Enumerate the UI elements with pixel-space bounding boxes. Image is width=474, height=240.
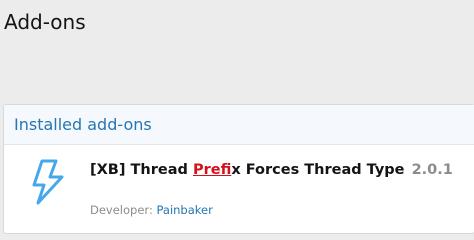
addon-version: 2.0.1 [411, 162, 453, 178]
page-title: Add-ons [4, 10, 86, 34]
installed-addons-block: Installed add-ons [XB] Thread Prefix For… [3, 104, 474, 234]
addon-title-highlight: Pref [192, 162, 232, 178]
addon-developer: Developer: Painbaker [90, 202, 213, 218]
addon-row[interactable]: [XB] Thread Prefix Forces Thread Type 2.… [4, 145, 474, 233]
addon-title-after: ix Forces Thread Type [231, 162, 405, 178]
installed-addons-header: Installed add-ons [4, 105, 474, 145]
developer-link[interactable]: Painbaker [156, 203, 212, 217]
addon-title[interactable]: [XB] Thread Prefix Forces Thread Type 2.… [90, 160, 453, 180]
page: Add-ons Installed add-ons [XB] Thread Pr… [0, 0, 474, 234]
addon-title-before: [XB] Thread [90, 162, 193, 178]
developer-label: Developer: [90, 203, 153, 217]
installed-addons-header-label: Installed add-ons [14, 114, 152, 134]
bolt-icon [32, 159, 64, 205]
